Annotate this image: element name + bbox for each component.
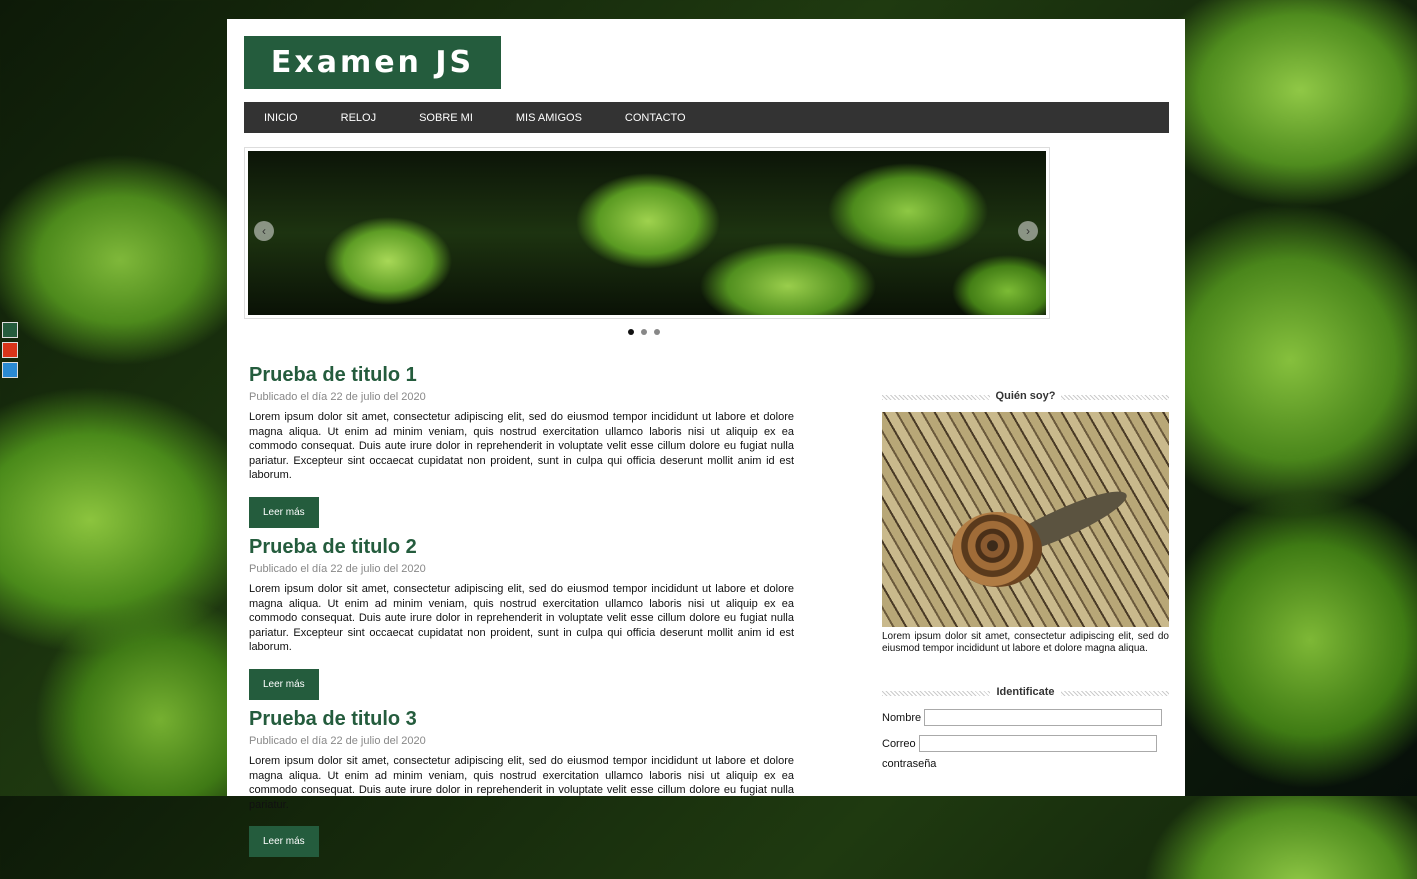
post-list: Prueba de titulo 1 Publicado el día 22 d… <box>249 363 794 879</box>
login-widget-title: Identificate <box>882 686 1169 700</box>
read-more-button[interactable]: Leer más <box>249 668 319 700</box>
post-excerpt: Lorem ipsum dolor sit amet, consectetur … <box>249 411 794 481</box>
about-widget-title-text: Quién soy? <box>989 390 1062 402</box>
chevron-left-icon[interactable]: ‹ <box>254 221 274 241</box>
post-date: Publicado el día 22 de julio del 2020 <box>249 563 426 575</box>
theme-swatch-green[interactable] <box>2 322 18 338</box>
post-excerpt: Lorem ipsum dolor sit amet, consectetur … <box>249 583 794 653</box>
nav-item-contacto[interactable]: CONTACTO <box>625 112 686 124</box>
sidebar: Quién soy? Lorem ipsum dolor sit amet, c… <box>882 390 1169 770</box>
chevron-right-icon[interactable]: › <box>1018 221 1038 241</box>
post-title[interactable]: Prueba de titulo 3 <box>249 707 794 731</box>
post-date: Publicado el día 22 de julio del 2020 <box>249 735 426 747</box>
theme-swatch-blue[interactable] <box>2 362 18 378</box>
nav-item-inicio[interactable]: INICIO <box>264 112 298 124</box>
email-field[interactable] <box>918 735 1157 752</box>
slider-dot-1[interactable] <box>628 329 634 335</box>
image-slider: ‹ › <box>244 147 1050 319</box>
site-logo[interactable]: Examen JS <box>244 36 501 89</box>
name-row: Nombre <box>882 709 1169 726</box>
post-title[interactable]: Prueba de titulo 2 <box>249 535 794 559</box>
nav-item-reloj[interactable]: RELOJ <box>341 112 376 124</box>
post-item: Prueba de titulo 1 Publicado el día 22 d… <box>249 363 794 535</box>
theme-color-switcher <box>2 322 18 378</box>
snail-shell-shape <box>952 512 1042 587</box>
slider-dots <box>628 329 660 335</box>
read-more-button[interactable]: Leer más <box>249 496 319 528</box>
login-widget-title-text: Identificate <box>990 686 1061 698</box>
password-label: contraseña <box>882 758 937 770</box>
post-item: Prueba de titulo 2 Publicado el día 22 d… <box>249 535 794 707</box>
nav-item-mis-amigos[interactable]: MIS AMIGOS <box>516 112 582 124</box>
main-nav: INICIO RELOJ SOBRE MI MIS AMIGOS CONTACT… <box>244 102 1169 133</box>
post-title[interactable]: Prueba de titulo 1 <box>249 363 794 387</box>
email-label: Correo <box>882 737 916 750</box>
post-date: Publicado el día 22 de julio del 2020 <box>249 391 426 403</box>
name-label: Nombre <box>882 711 922 724</box>
slider-dot-3[interactable] <box>654 329 660 335</box>
nav-item-sobre-mi[interactable]: SOBRE MI <box>419 112 473 124</box>
about-text: Lorem ipsum dolor sit amet, consectetur … <box>882 631 1169 654</box>
post-item: Prueba de titulo 3 Publicado el día 22 d… <box>249 707 794 879</box>
slider-image-leaves <box>248 151 1046 315</box>
read-more-button[interactable]: Leer más <box>249 826 319 857</box>
email-row: Correo <box>882 735 1169 752</box>
page-container: Examen JS INICIO RELOJ SOBRE MI MIS AMIG… <box>227 19 1185 857</box>
name-field[interactable] <box>924 709 1163 726</box>
post-excerpt: Lorem ipsum dolor sit amet, consectetur … <box>249 755 794 811</box>
about-image-snail <box>882 412 1169 627</box>
about-widget-title: Quién soy? <box>882 390 1169 404</box>
slider-dot-2[interactable] <box>641 329 647 335</box>
theme-swatch-red[interactable] <box>2 342 18 358</box>
